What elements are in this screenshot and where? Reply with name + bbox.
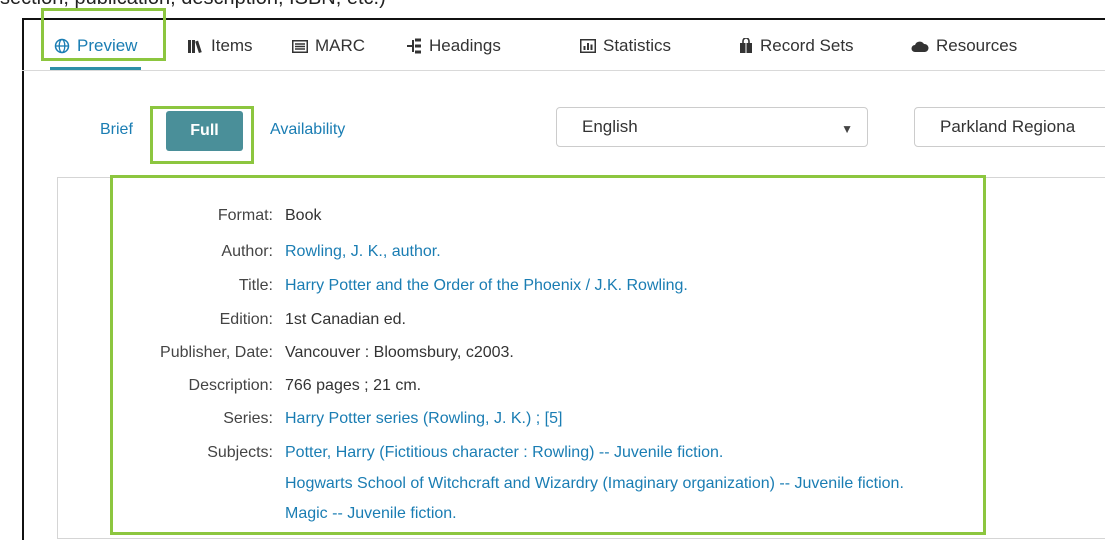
tab-statistics-label: Statistics <box>603 36 672 55</box>
tab-record-sets[interactable]: Record Sets <box>739 24 854 68</box>
tab-marc-label: MARC <box>315 36 366 55</box>
format-label: Format: <box>217 207 273 224</box>
library-select[interactable]: Parkland Regiona <box>914 107 1105 147</box>
publisher-value: Vancouver : Bloomsbury, c2003. <box>285 344 514 361</box>
language-select-value: English <box>582 117 638 136</box>
globe-icon <box>54 38 70 54</box>
tab-preview-label: Preview <box>77 36 138 55</box>
tab-items[interactable]: Items <box>188 24 253 68</box>
tab-record-sets-label: Record Sets <box>760 36 854 55</box>
tab-headings[interactable]: Headings <box>406 24 501 68</box>
books-icon <box>188 39 204 53</box>
tab-items-label: Items <box>211 36 253 55</box>
description-label: Description: <box>188 377 273 394</box>
tab-resources-label: Resources <box>936 36 1018 55</box>
cloud-icon <box>911 40 929 53</box>
author-link[interactable]: Rowling, J. K., author. <box>285 243 441 261</box>
subject-link[interactable]: Potter, Harry (Fictitious character : Ro… <box>285 444 723 462</box>
bar-chart-icon <box>580 39 596 53</box>
bag-icon <box>739 38 753 54</box>
publisher-label: Publisher, Date: <box>160 344 273 361</box>
subjects-label: Subjects: <box>207 444 273 461</box>
record-tab-bar: Preview Items MARC Headings Statistics R… <box>22 24 1105 71</box>
language-select[interactable]: English ▼ <box>556 107 868 147</box>
chevron-down-icon: ▼ <box>841 122 853 136</box>
subject-link[interactable]: Magic -- Juvenile fiction. <box>285 505 457 523</box>
tab-preview[interactable]: Preview <box>49 24 142 70</box>
author-label: Author: <box>221 243 273 260</box>
edition-value: 1st Canadian ed. <box>285 311 406 328</box>
format-value: Book <box>285 207 322 224</box>
title-link[interactable]: Harry Potter and the Order of the Phoeni… <box>285 277 688 295</box>
title-label: Title: <box>238 277 273 294</box>
full-view-button[interactable]: Full <box>166 111 243 151</box>
tree-icon <box>406 38 422 54</box>
description-value: 766 pages ; 21 cm. <box>285 377 422 394</box>
cropped-caption-text: section, publication, description, ISBN,… <box>0 0 1105 9</box>
tab-statistics[interactable]: Statistics <box>580 24 671 68</box>
tab-headings-label: Headings <box>429 36 501 55</box>
list-icon <box>292 39 308 53</box>
tab-marc[interactable]: MARC <box>292 24 365 68</box>
subject-link[interactable]: Hogwarts School of Witchcraft and Wizard… <box>285 475 904 493</box>
series-label: Series: <box>223 410 273 427</box>
library-select-value: Parkland Regiona <box>940 117 1076 136</box>
tab-resources[interactable]: Resources <box>911 24 1017 68</box>
availability-view-link[interactable]: Availability <box>270 121 345 139</box>
edition-label: Edition: <box>219 311 273 328</box>
series-link[interactable]: Harry Potter series (Rowling, J. K.) ; [… <box>285 410 562 428</box>
brief-view-link[interactable]: Brief <box>100 121 133 139</box>
